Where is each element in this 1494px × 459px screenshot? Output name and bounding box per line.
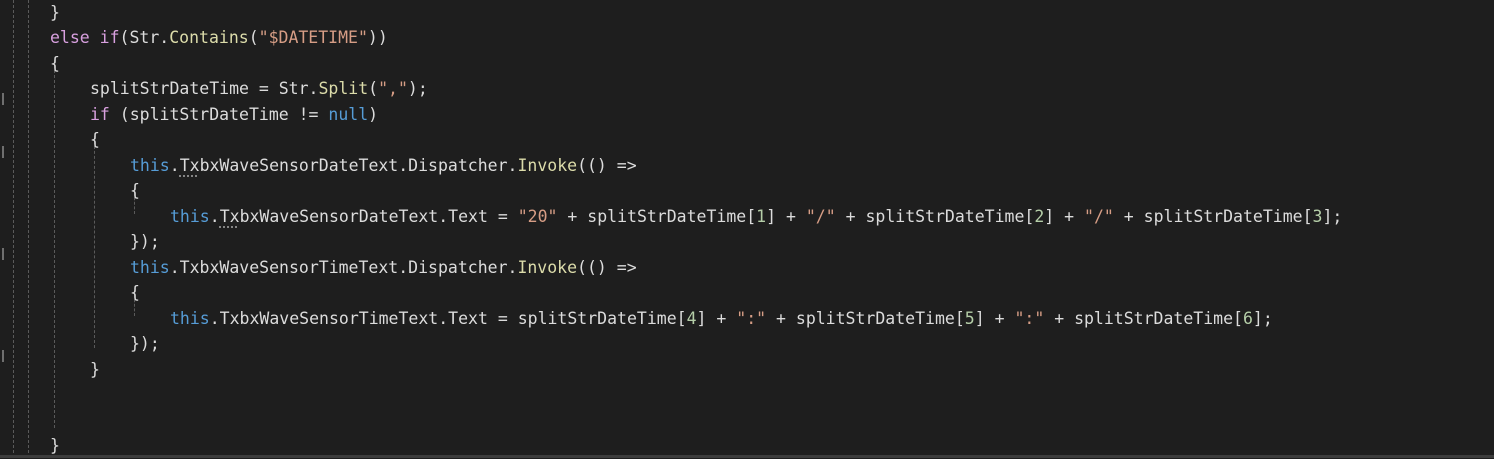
code-token: } <box>50 2 60 22</box>
code-token: ); <box>407 79 428 98</box>
code-token: ]; <box>1322 206 1343 226</box>
code-token: }); <box>130 232 160 251</box>
code-token: ] + <box>974 308 1015 328</box>
indent-guide <box>13 0 14 458</box>
code-token: ( <box>368 79 379 98</box>
code-token: splitStrDateTime = Str. <box>90 79 319 98</box>
code-token: Contains <box>169 28 249 47</box>
code-token: "$DATETIME" <box>258 28 368 47</box>
code-token: Invoke <box>517 257 578 277</box>
code-token: (Str. <box>119 28 170 47</box>
code-line[interactable]: this.TxbxWaveSensorTimeText.Dispatcher.I… <box>130 255 637 281</box>
code-token: Tx <box>179 155 200 175</box>
code-token: { <box>50 53 60 73</box>
code-token: ( <box>248 28 259 47</box>
code-token: 1 <box>756 206 767 226</box>
code-token: )) <box>367 28 388 47</box>
indent-guide <box>54 60 55 428</box>
code-token: bxWaveSensorDateText.Dispatcher. <box>199 155 518 175</box>
code-token: this <box>170 206 210 226</box>
code-line[interactable]: }); <box>130 229 160 255</box>
code-token: .TxbxWaveSensorTimeText.Text = splitStrD… <box>209 308 687 328</box>
code-token: { <box>130 181 140 200</box>
code-token: + splitStrDateTime[ <box>557 206 757 226</box>
code-token: (splitStrDateTime != <box>109 104 329 124</box>
gutter-change-marker <box>2 248 4 260</box>
code-token: } <box>50 436 60 455</box>
code-token: + splitStrDateTime[ <box>766 308 965 328</box>
code-token: "/" <box>1084 206 1114 226</box>
code-token: this <box>130 257 170 277</box>
code-line[interactable]: { <box>90 127 100 153</box>
code-line[interactable]: { <box>50 51 60 77</box>
code-token: 3 <box>1312 206 1323 226</box>
code-token: ] + <box>1044 206 1085 226</box>
code-line[interactable]: { <box>130 280 140 306</box>
code-token: ":" <box>736 308 767 328</box>
code-token: ":" <box>1014 308 1045 328</box>
code-token: Tx <box>219 206 240 226</box>
code-token: } <box>90 359 100 379</box>
gutter-change-marker <box>2 146 4 158</box>
code-token: + splitStrDateTime[ <box>835 206 1035 226</box>
gutter-change-marker <box>2 93 4 105</box>
code-token: { <box>130 283 140 302</box>
code-token: 2 <box>1034 206 1045 226</box>
code-token: Split <box>318 79 369 98</box>
code-token: ]; <box>1252 308 1273 328</box>
code-token: "20" <box>517 206 558 226</box>
code-token: ] + <box>696 308 737 328</box>
code-line[interactable]: else if(Str.Contains("$DATETIME")) <box>50 25 388 51</box>
code-token: Invoke <box>517 155 578 175</box>
code-token: bxWaveSensorDateText.Text = <box>239 206 518 226</box>
code-line[interactable]: this.TxbxWaveSensorDateText.Text = "20" … <box>170 204 1342 230</box>
code-token: "," <box>378 79 408 98</box>
code-token: }); <box>130 334 160 353</box>
code-token: + splitStrDateTime[ <box>1044 308 1243 328</box>
code-token: (() => <box>577 257 637 277</box>
code-token: (() => <box>577 155 637 175</box>
code-token: this <box>170 308 210 328</box>
code-line[interactable]: splitStrDateTime = Str.Split(","); <box>90 76 428 102</box>
code-line[interactable]: }); <box>130 331 160 357</box>
code-token: 5 <box>964 308 975 328</box>
code-token: { <box>90 130 100 149</box>
code-line[interactable]: { <box>130 178 140 204</box>
code-token: 4 <box>686 308 697 328</box>
code-editor[interactable]: } else if(Str.Contains("$DATETIME")){spli… <box>0 0 1494 458</box>
code-token: 6 <box>1242 308 1253 328</box>
editor-gutter <box>0 0 14 458</box>
code-token: ) <box>368 104 379 124</box>
code-token: + splitStrDateTime[ <box>1113 206 1313 226</box>
code-line[interactable]: } <box>50 0 60 25</box>
code-line[interactable]: } <box>90 357 100 383</box>
indent-guide <box>28 0 29 458</box>
code-token: else if <box>50 28 120 47</box>
code-token: "/" <box>805 206 836 226</box>
code-token: null <box>328 104 369 124</box>
code-token: . <box>169 155 180 175</box>
code-token: this <box>130 155 170 175</box>
code-token: . <box>209 206 220 226</box>
indent-guide <box>94 136 95 348</box>
code-token: ] + <box>766 206 806 226</box>
gutter-change-marker <box>2 350 4 362</box>
code-line[interactable]: if (splitStrDateTime != null) <box>90 102 378 128</box>
code-token: if <box>90 104 110 124</box>
code-line[interactable]: this.TxbxWaveSensorDateText.Dispatcher.I… <box>130 153 637 179</box>
code-token: .TxbxWaveSensorTimeText.Dispatcher. <box>169 257 518 277</box>
code-line[interactable]: this.TxbxWaveSensorTimeText.Text = split… <box>170 306 1273 332</box>
